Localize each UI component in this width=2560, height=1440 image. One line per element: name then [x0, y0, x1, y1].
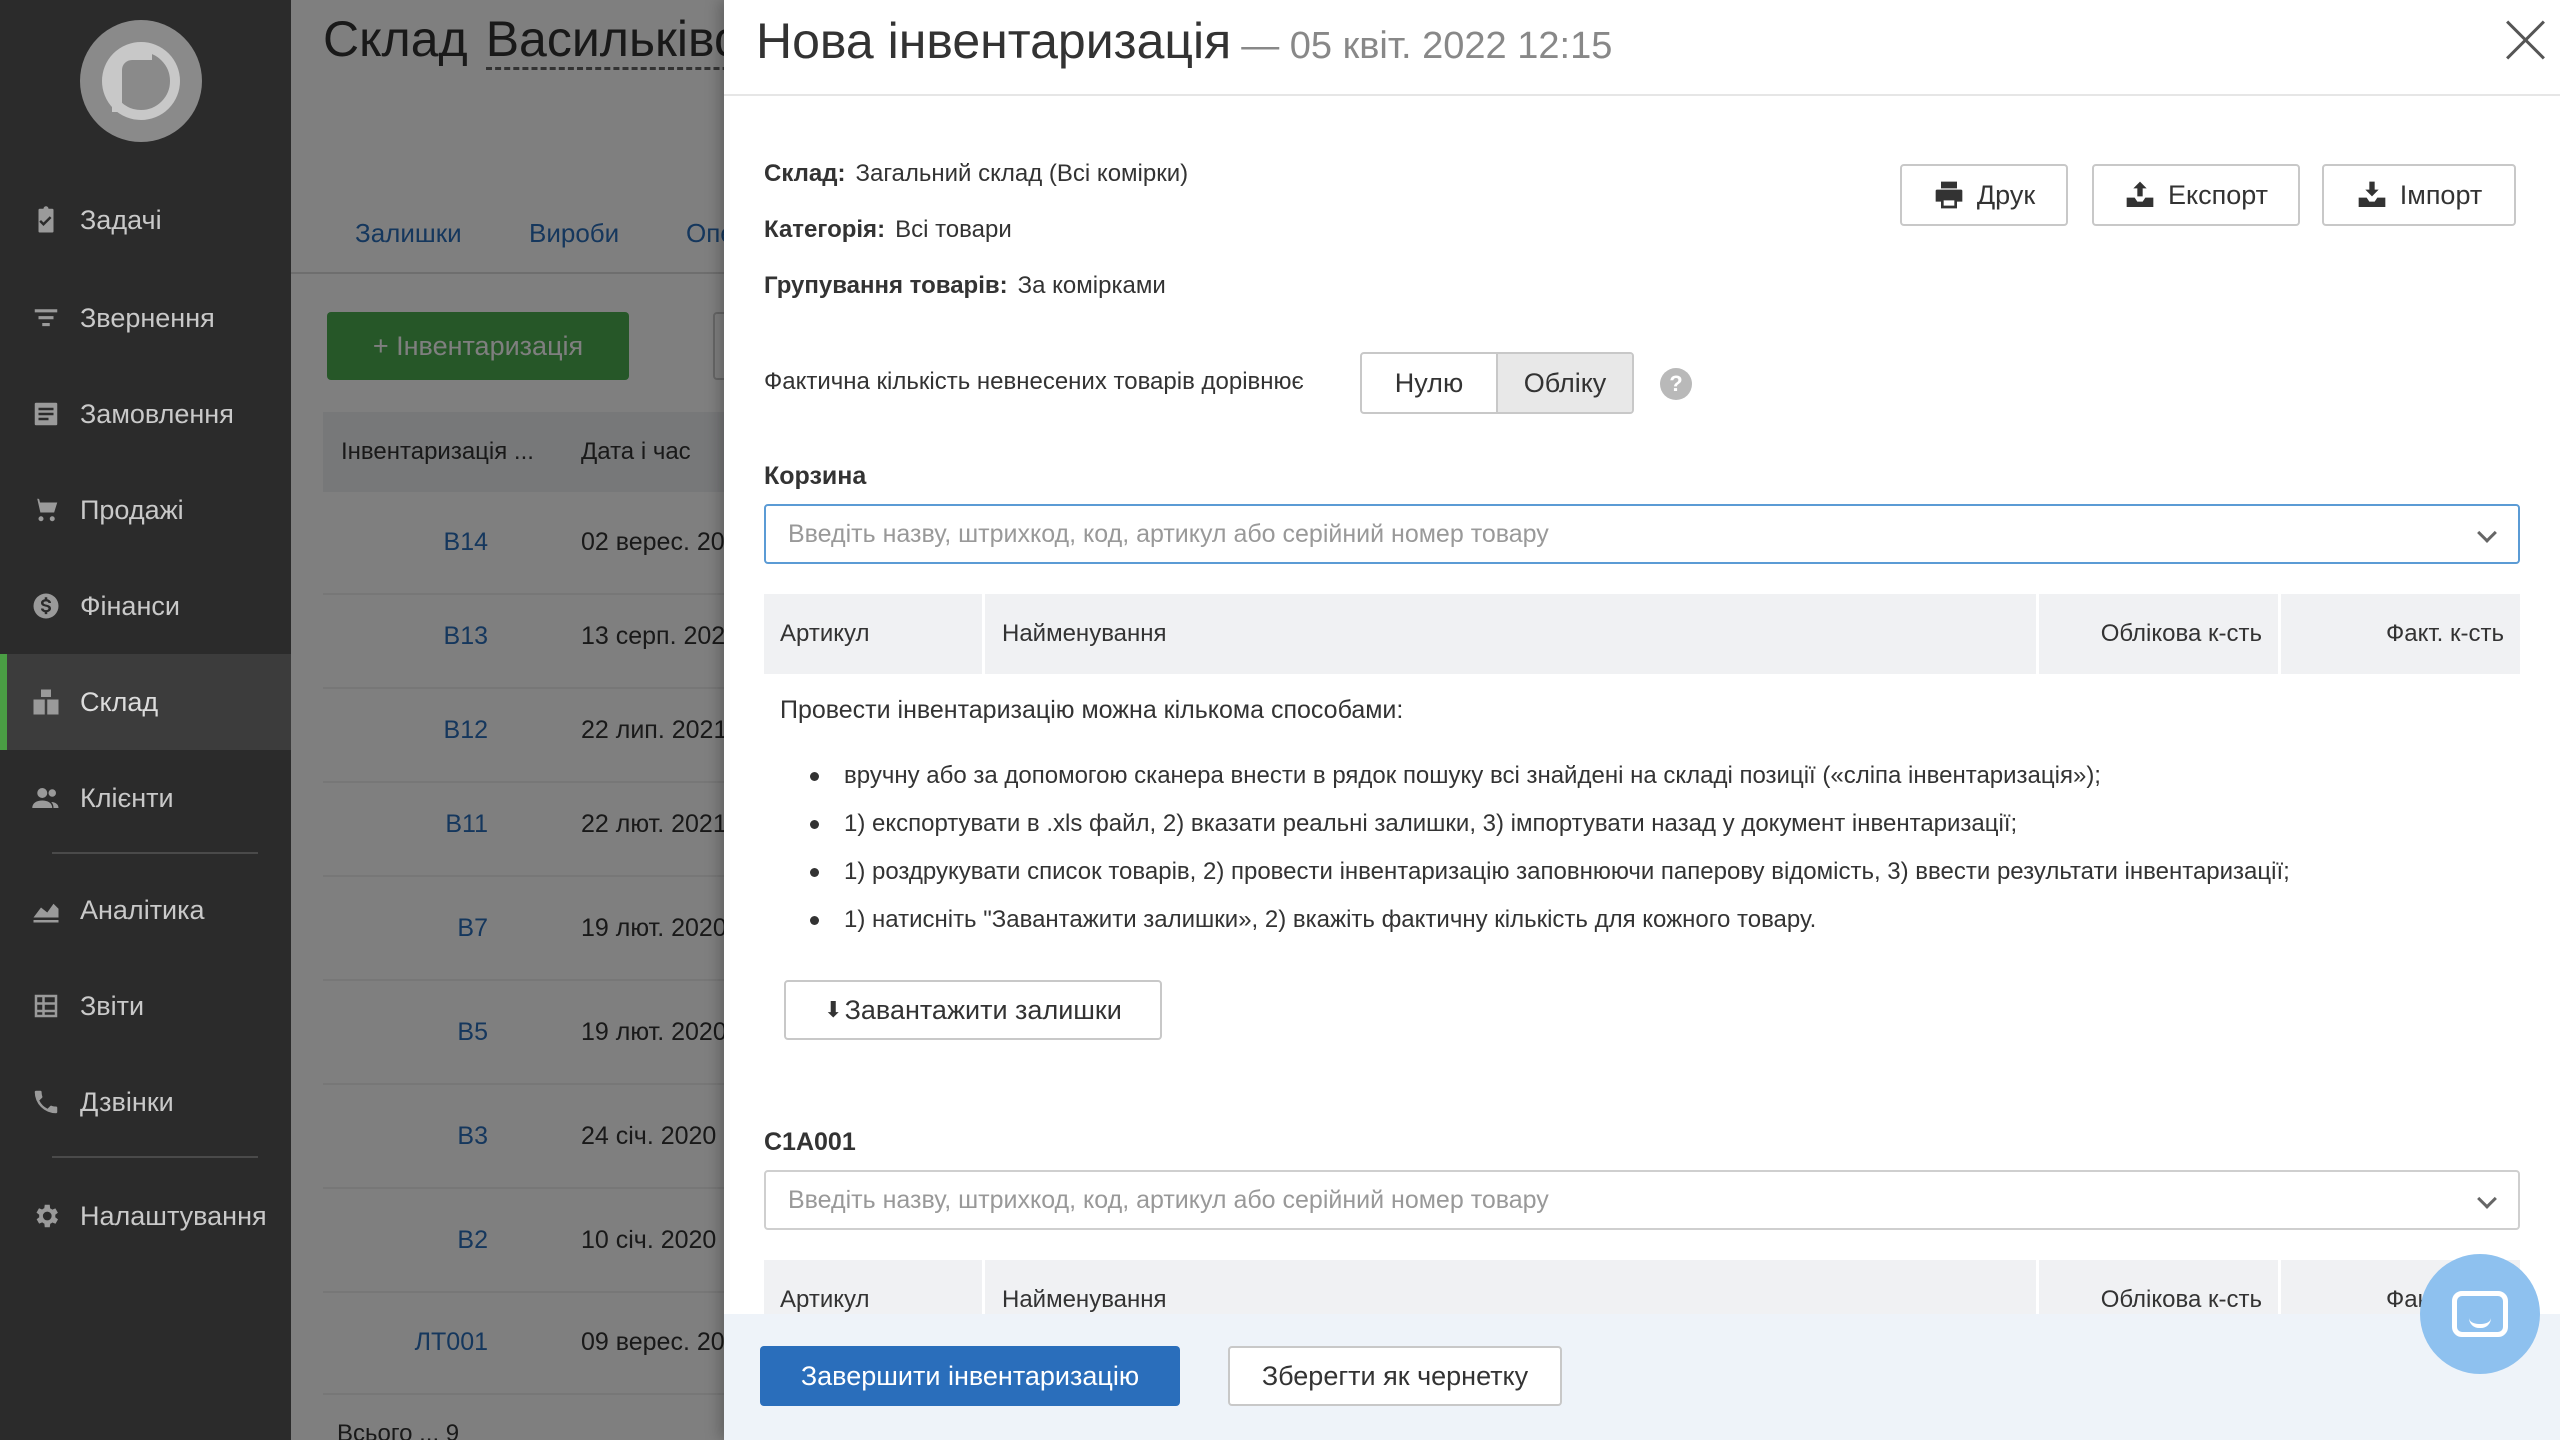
sidebar-item-calls[interactable]: Дзвінки — [0, 1054, 291, 1150]
modal-header: Нова інвентаризація — 05 квіт. 2022 12:15 — [724, 0, 2560, 96]
tasks-icon — [30, 204, 62, 236]
modal-title: Нова інвентаризація — 05 квіт. 2022 12:15 — [756, 13, 1613, 69]
analytics-icon — [30, 894, 62, 926]
sidebar-item-orders[interactable]: Замовлення — [0, 366, 291, 462]
sidebar-divider — [52, 852, 258, 854]
list-item: 1) роздрукувати список товарів, 2) прове… — [780, 848, 2500, 896]
fact-quantity-toggle: Нулю Обліку — [1360, 352, 1634, 414]
load-stock-button[interactable]: ⬇ Завантажити залишки — [784, 980, 1162, 1040]
chat-icon — [2452, 1291, 2508, 1337]
chevron-down-icon[interactable] — [2477, 523, 2497, 543]
hint-list: вручну або за допомогою сканера внести в… — [780, 752, 2500, 944]
sidebar-item-label: Склад — [80, 686, 159, 717]
list-item: 1) натисніть "Завантажити залишки», 2) в… — [780, 896, 2500, 944]
info-grouping: Групування товарів: За комірками — [764, 272, 1166, 299]
sidebar-item-label: Замовлення — [80, 398, 234, 429]
help-icon[interactable]: ? — [1660, 368, 1692, 400]
chevron-down-icon[interactable] — [2477, 1189, 2497, 1209]
section-title: Корзина — [764, 462, 867, 490]
list-item: 1) експортувати в .xls файл, 2) вказати … — [780, 800, 2500, 848]
sidebar-item-label: Звернення — [80, 302, 215, 333]
list-item: вручну або за допомогою сканера внести в… — [780, 752, 2500, 800]
sidebar-item-label: Продажі — [80, 494, 184, 525]
sidebar: Задачі Звернення Замовлення Продажі Фіна… — [0, 0, 291, 1440]
import-button[interactable]: Імпорт — [2322, 164, 2516, 226]
sidebar-divider — [52, 1156, 258, 1158]
table-header: Артикул Найменування Облікова к-сть Факт… — [764, 594, 2520, 674]
modal-timestamp: — 05 квіт. 2022 12:15 — [1241, 25, 1613, 67]
gear-icon — [30, 1200, 62, 1232]
modal-footer: Завершити інвентаризацію Зберегти як чер… — [724, 1314, 2560, 1440]
sidebar-item-label: Аналітика — [80, 894, 205, 925]
toggle-option-accounting[interactable]: Обліку — [1496, 354, 1632, 412]
column-header-accounted-qty: Облікова к-сть — [2100, 620, 2262, 647]
printer-icon — [1935, 181, 1963, 209]
sidebar-item-finance[interactable]: Фінанси — [0, 558, 291, 654]
sidebar-item-settings[interactable]: Налаштування — [0, 1168, 291, 1264]
print-button[interactable]: Друк — [1900, 164, 2068, 226]
sidebar-item-reports[interactable]: Звіти — [0, 958, 291, 1054]
sidebar-item-label: Дзвінки — [80, 1086, 174, 1117]
sidebar-item-requests[interactable]: Звернення — [0, 270, 291, 366]
sidebar-item-label: Налаштування — [80, 1200, 267, 1231]
sidebar-item-label: Фінанси — [80, 590, 180, 621]
reports-icon — [30, 990, 62, 1022]
sidebar-item-clients[interactable]: Клієнти — [0, 750, 291, 846]
filter-icon — [30, 302, 62, 334]
warehouse-icon — [30, 686, 62, 718]
sidebar-item-warehouse[interactable]: Склад — [0, 654, 291, 750]
product-search-input[interactable]: Введіть назву, штрихкод, код, артикул аб… — [764, 504, 2520, 564]
sidebar-item-sales[interactable]: Продажі — [0, 462, 291, 558]
column-header-name: Найменування — [1002, 620, 1167, 647]
orders-icon — [30, 398, 62, 430]
clients-icon — [30, 782, 62, 814]
fact-quantity-label: Фактична кількість невнесених товарів до… — [764, 368, 1304, 395]
download-icon: ⬇ — [824, 997, 843, 1022]
sidebar-item-label: Звіти — [80, 990, 145, 1021]
phone-icon — [30, 1086, 62, 1118]
info-category: Категорія: Всі товари — [764, 216, 1012, 243]
finish-inventory-button[interactable]: Завершити інвентаризацію — [760, 1346, 1180, 1406]
save-draft-button[interactable]: Зберегти як чернетку — [1228, 1346, 1562, 1406]
export-icon — [2126, 181, 2154, 207]
toggle-option-zero[interactable]: Нулю — [1362, 354, 1496, 412]
chat-widget-button[interactable] — [2420, 1254, 2540, 1374]
product-search-input[interactable]: Введіть назву, штрихкод, код, артикул аб… — [764, 1170, 2520, 1230]
search-placeholder: Введіть назву, штрихкод, код, артикул аб… — [788, 519, 1549, 548]
sidebar-item-label: Клієнти — [80, 782, 174, 813]
app-logo[interactable] — [80, 20, 202, 142]
column-header-article: Артикул — [780, 620, 870, 647]
sidebar-item-tasks[interactable]: Задачі — [0, 172, 291, 268]
finance-icon — [30, 590, 62, 622]
cart-icon — [30, 494, 62, 526]
sidebar-item-label: Задачі — [80, 204, 162, 235]
sidebar-item-analytics[interactable]: Аналітика — [0, 862, 291, 958]
inventory-modal: Нова інвентаризація — 05 квіт. 2022 12:15… — [724, 0, 2560, 1440]
close-icon[interactable] — [2504, 18, 2548, 62]
search-placeholder: Введіть назву, штрихкод, код, артикул аб… — [788, 1185, 1549, 1214]
column-header-fact-qty: Факт. к-сть — [2385, 620, 2504, 647]
info-warehouse: Склад: Загальний склад (Всі комірки) — [764, 160, 1189, 187]
hint-title: Провести інвентаризацію можна кількома с… — [780, 696, 1404, 724]
section-title: C1A001 — [764, 1128, 856, 1156]
export-button[interactable]: Експорт — [2092, 164, 2300, 226]
import-icon — [2358, 181, 2386, 207]
